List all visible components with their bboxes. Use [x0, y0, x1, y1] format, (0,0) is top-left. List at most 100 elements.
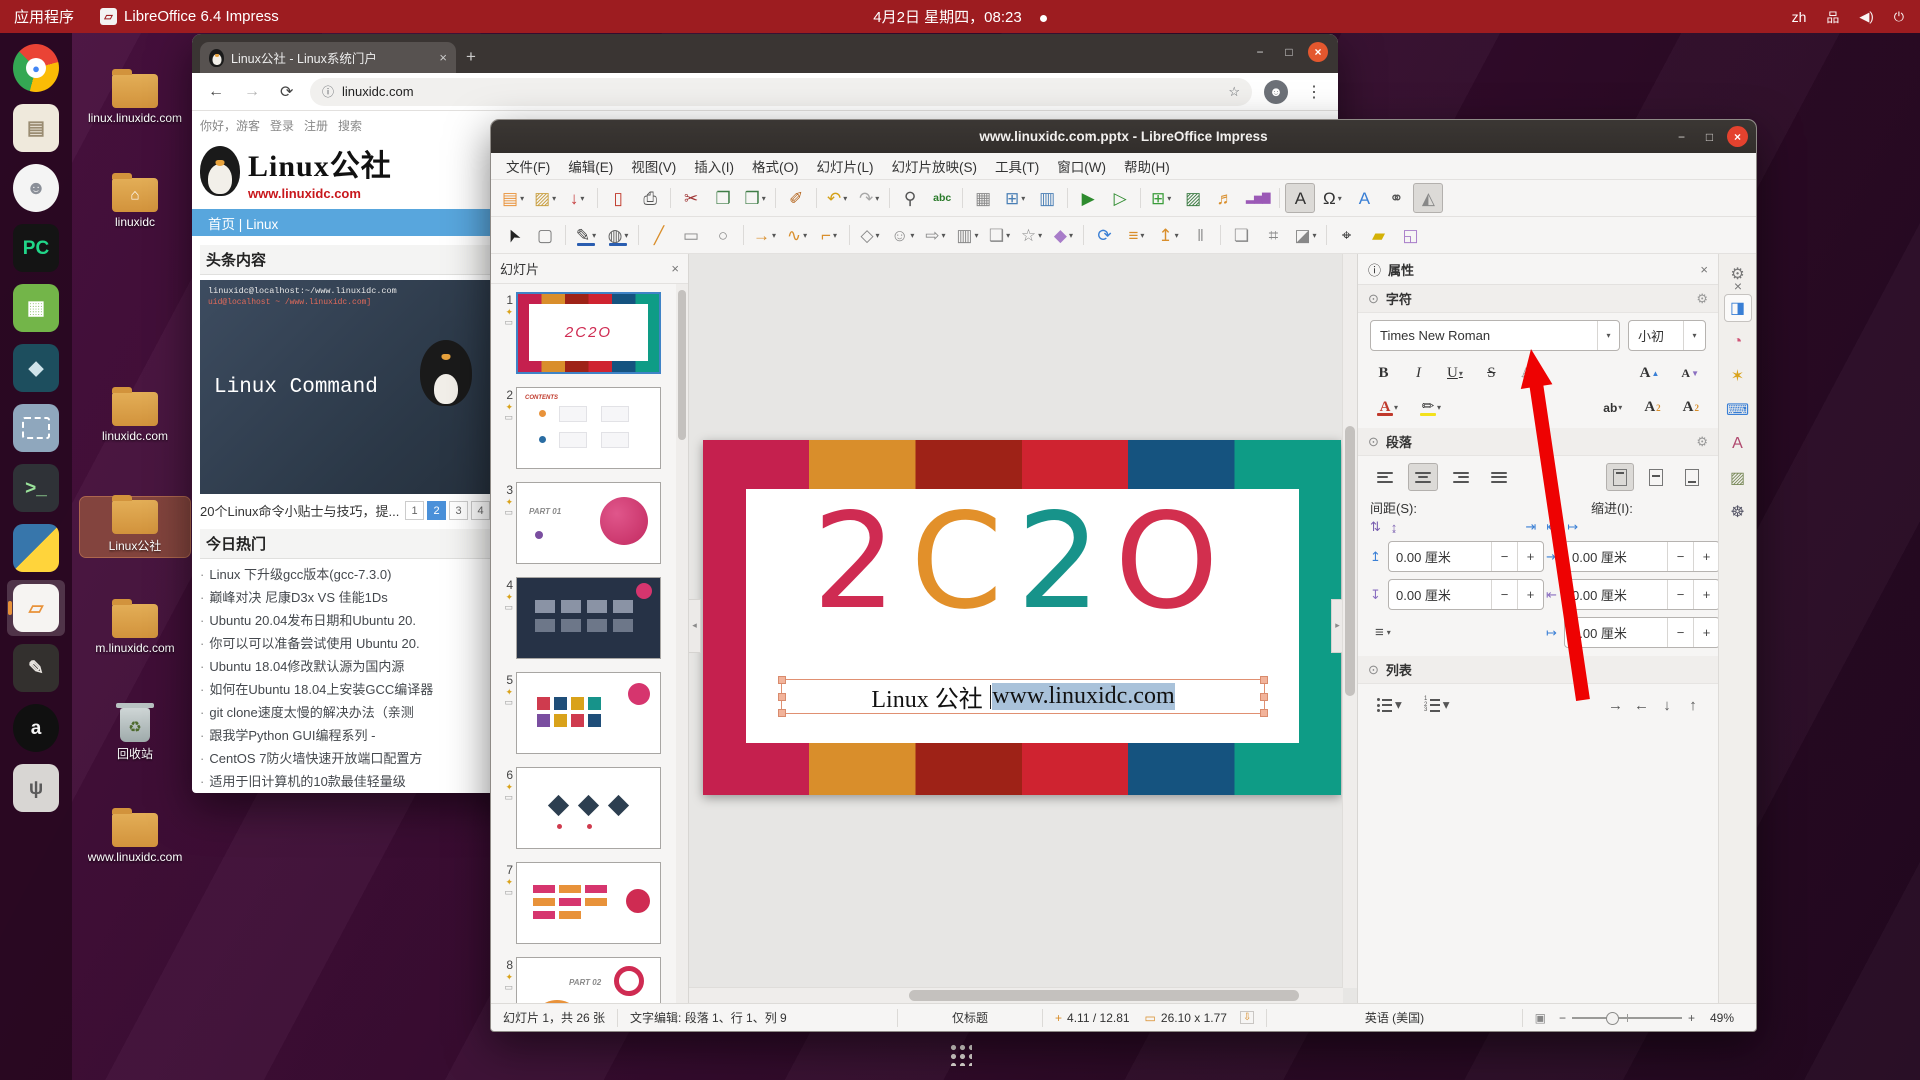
slide-thumbnail-row[interactable]: 2✦▭ CONTENTS: [495, 387, 674, 469]
zoom-percent[interactable]: 49%: [1700, 1011, 1734, 1025]
sidebar-tab[interactable]: ◔: [1724, 328, 1752, 356]
numbered-list-button[interactable]: 123 ▾: [1417, 691, 1457, 719]
toolbar-button[interactable]: ✂: [676, 183, 706, 213]
toolbar-button[interactable]: A: [1285, 183, 1315, 213]
dock-item[interactable]: ●: [7, 40, 65, 96]
tab-close-icon[interactable]: ×: [439, 50, 447, 65]
shadow-button[interactable]: A: [1513, 360, 1540, 387]
toolbar-button[interactable]: ⇨ ▾: [920, 220, 950, 250]
dropdown-caret-icon[interactable]: ▾: [1313, 231, 1317, 240]
clock[interactable]: 4月2日 星期四，08:23: [873, 9, 1021, 26]
impress-minimize-button[interactable]: −: [1671, 126, 1692, 147]
dropdown-caret-icon[interactable]: ▾: [1006, 231, 1010, 240]
dropdown-caret-icon[interactable]: ▾: [624, 231, 628, 240]
decrement-button[interactable]: −: [1667, 542, 1693, 571]
menu-item[interactable]: 窗口(W): [1048, 153, 1115, 179]
toolbar-button[interactable]: ☆ ▾: [1016, 220, 1046, 250]
desktop-icon[interactable]: ⌂ ♻ linuxidc.com: [80, 389, 190, 446]
slide-panel-close-icon[interactable]: ×: [671, 261, 679, 276]
dropdown-caret-icon[interactable]: ▾: [974, 231, 978, 240]
dropdown-caret-icon[interactable]: ▾: [580, 194, 584, 203]
dock-item[interactable]: ▦: [7, 280, 65, 336]
toolbar-button[interactable]: ◪ ▾: [1290, 220, 1320, 250]
sidebar-tab[interactable]: ✶: [1724, 362, 1752, 390]
toolbar-button[interactable]: ╱: [644, 220, 674, 250]
toolbar-button[interactable]: ▂▅▇: [1242, 183, 1274, 213]
user-link[interactable]: 注册: [304, 117, 328, 134]
bold-button[interactable]: B: [1370, 360, 1397, 387]
toolbar-button[interactable]: ❏: [1226, 220, 1256, 250]
sidebar-close-icon[interactable]: ×: [1700, 262, 1708, 277]
dropdown-caret-icon[interactable]: ▾: [1175, 231, 1179, 240]
hot-article-item[interactable]: ·Ubuntu 18.04修改默认源为国内源: [200, 655, 490, 678]
status-language[interactable]: 英语 (美国): [1267, 1009, 1522, 1027]
decrement-button[interactable]: −: [1667, 580, 1693, 609]
indent-before-icon[interactable]: ⇥: [1525, 519, 1536, 535]
dropdown-caret-icon[interactable]: ▾: [1140, 231, 1144, 240]
browser-maximize-button[interactable]: □: [1279, 42, 1299, 62]
slide-2020-logo[interactable]: 2C2O: [746, 493, 1299, 632]
bookmark-star-icon[interactable]: ☆: [1228, 84, 1240, 100]
increment-button[interactable]: +: [1517, 580, 1543, 609]
toolbar-button[interactable]: ❐: [708, 183, 738, 213]
shrink-font-button[interactable]: A▼: [1674, 360, 1706, 387]
dock-item[interactable]: ✎: [7, 640, 65, 696]
browser-close-button[interactable]: ×: [1308, 42, 1328, 62]
list-arrow-button[interactable]: ←: [1628, 692, 1654, 718]
indent-before-field[interactable]: 0.00 厘米−+: [1564, 541, 1718, 572]
applications-menu[interactable]: 应用程序: [14, 6, 74, 27]
slide-thumbnail[interactable]: [516, 577, 661, 659]
slide-canvas[interactable]: 2C2O Linux 公社 www.linuxidc.com ◂ ▸: [689, 254, 1357, 1003]
menu-item[interactable]: 幻灯片(L): [808, 153, 883, 179]
toolbar-button[interactable]: ☺ ▾: [887, 220, 918, 250]
toolbar-button[interactable]: ⊞ ▾: [1000, 183, 1030, 213]
browser-tab[interactable]: Linux公社 - Linux系统门户 ×: [200, 42, 456, 73]
dropdown-caret-icon[interactable]: ▾: [762, 194, 766, 203]
dropdown-caret-icon[interactable]: ▾: [772, 231, 776, 240]
list-arrow-button[interactable]: ↓: [1654, 692, 1680, 718]
hot-article-item[interactable]: ·Linux 下升级gcc版本(gcc-7.3.0): [200, 563, 490, 586]
forward-button[interactable]: →: [238, 82, 262, 102]
page-button[interactable]: 1: [405, 501, 424, 520]
desktop-icon[interactable]: ⌂ ♻ 回收站: [80, 705, 190, 765]
section-gear-icon[interactable]: ⚙: [1696, 291, 1708, 307]
network-icon[interactable]: 品: [1826, 7, 1839, 26]
font-size-combobox[interactable]: 小初 ▾: [1628, 320, 1706, 351]
decrement-button[interactable]: −: [1667, 618, 1693, 647]
toolbar-button[interactable]: ⌗: [1258, 220, 1288, 250]
headline-caption[interactable]: 20个Linux命令小贴士与技巧，提...: [200, 501, 405, 520]
toolbar-button[interactable]: ↓ ▾: [562, 183, 592, 213]
indent-first-line-icon[interactable]: ↦: [1567, 519, 1578, 535]
dropdown-caret-icon[interactable]: ▾: [552, 194, 556, 203]
dropdown-caret-icon[interactable]: ▾: [875, 194, 879, 203]
sidebar-tab[interactable]: ☸: [1724, 498, 1752, 526]
hot-article-item[interactable]: ·巅峰对决 尼康D3x VS 佳能1Ds: [200, 586, 490, 609]
user-link[interactable]: 你好，游客: [200, 117, 260, 134]
toolbar-button[interactable]: ▭: [676, 220, 706, 250]
close-document-icon[interactable]: ×: [1734, 278, 1742, 294]
dropdown-caret-icon[interactable]: ▾: [876, 231, 880, 240]
bullet-list-button[interactable]: ▾: [1370, 691, 1409, 719]
vertical-scrollbar[interactable]: [1342, 254, 1357, 988]
impress-close-button[interactable]: ×: [1727, 126, 1748, 147]
toolbar-button[interactable]: ⊞ ▾: [1146, 183, 1176, 213]
dock-item[interactable]: [7, 520, 65, 576]
dropdown-caret-icon[interactable]: ▾: [1338, 194, 1342, 203]
zoom-out-icon[interactable]: −: [1559, 1011, 1566, 1025]
selection-handle[interactable]: [1260, 676, 1268, 684]
hot-article-item[interactable]: ·git clone速度太慢的解决办法（亲测: [200, 701, 490, 724]
slide-thumbnail[interactable]: [516, 862, 661, 944]
desktop-icon[interactable]: ⌂ ♻ linuxidc: [80, 175, 190, 232]
toolbar-button[interactable]: ⌖: [1332, 220, 1362, 250]
dropdown-caret-icon[interactable]: ▾: [803, 231, 807, 240]
toolbar-button[interactable]: ◇ ▾: [855, 220, 885, 250]
user-link[interactable]: 搜索: [338, 117, 362, 134]
dock-item[interactable]: ▱: [7, 580, 65, 636]
zoom-slider[interactable]: [1572, 1017, 1682, 1019]
toolbar-button[interactable]: ▰: [1364, 220, 1394, 250]
page-button[interactable]: 2: [427, 501, 446, 520]
character-spacing-button[interactable]: ab▾: [1596, 394, 1629, 421]
indent-after-field[interactable]: 0.00 厘米−+: [1564, 579, 1718, 610]
slide-panel-scrollbar[interactable]: [676, 284, 688, 1003]
decrement-button[interactable]: −: [1491, 542, 1517, 571]
